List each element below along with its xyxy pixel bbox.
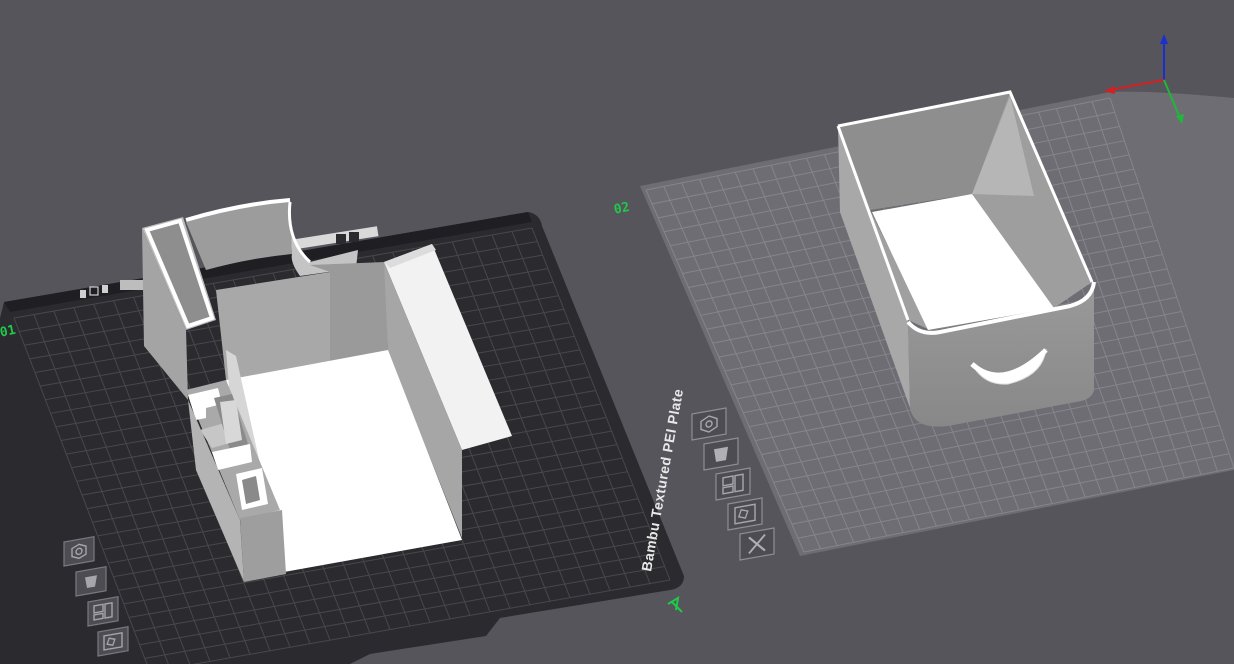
plate-2-delete-button[interactable] <box>739 527 775 561</box>
plate-2-auto-place-button[interactable] <box>727 497 763 531</box>
plate-2[interactable]: 02 <box>613 90 1234 561</box>
plate-2-plate-settings-button[interactable] <box>715 467 751 501</box>
plate-1-corner-mark <box>667 596 683 613</box>
plate-1[interactable]: 01 Bambu Textured PEI Plate <box>0 198 686 664</box>
plate-1-arrange-button[interactable] <box>75 566 107 597</box>
3d-viewport[interactable]: 01 Bambu Textured PEI Plate 02 <box>0 0 1234 664</box>
plate-1-auto-place-button[interactable] <box>97 626 129 657</box>
plate-2-number: 02 <box>613 200 631 218</box>
plate-1-orient-button[interactable] <box>63 536 95 567</box>
plate-1-plate-settings-button[interactable] <box>87 596 119 627</box>
cup-icon <box>714 446 728 462</box>
plate-2-arrange-button[interactable] <box>703 437 739 471</box>
plate-2-orient-button[interactable] <box>691 407 727 441</box>
